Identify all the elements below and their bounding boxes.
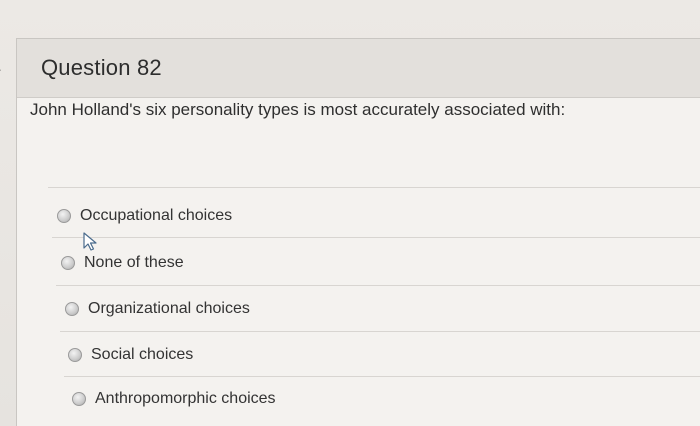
radio-button-icon[interactable] (68, 348, 82, 362)
question-text: John Holland's six personality types is … (30, 100, 566, 119)
radio-button-icon[interactable] (57, 209, 71, 223)
mouse-pointer-icon (83, 232, 97, 251)
divider (60, 331, 700, 332)
question-header: Question 82 (17, 39, 700, 98)
radio-button-icon[interactable] (61, 256, 75, 270)
answer-option-label: Anthropomorphic choices (95, 390, 276, 407)
divider (52, 237, 700, 238)
answer-option-social[interactable]: Social choices (68, 346, 193, 364)
answer-option-occupational[interactable]: Occupational choices (57, 207, 232, 225)
answer-option-label: Organizational choices (88, 300, 250, 317)
answer-option-none[interactable]: None of these (61, 254, 184, 272)
answer-option-label: None of these (84, 254, 184, 271)
answer-option-anthropomorphic[interactable]: Anthropomorphic choices (72, 390, 276, 408)
divider (56, 285, 700, 286)
answer-option-organizational[interactable]: Organizational choices (65, 300, 250, 318)
chevron-right-icon[interactable]: › (0, 58, 1, 80)
question-card: Question 82 (16, 38, 700, 426)
question-title: Question 82 (41, 55, 162, 80)
radio-button-icon[interactable] (72, 392, 86, 406)
answer-option-label: Occupational choices (80, 207, 233, 224)
quiz-screen: › Question 82 John Holland's six persona… (0, 0, 700, 426)
divider (64, 376, 700, 377)
radio-button-icon[interactable] (65, 302, 79, 316)
answer-option-label: Social choices (91, 346, 194, 363)
divider (48, 187, 700, 188)
